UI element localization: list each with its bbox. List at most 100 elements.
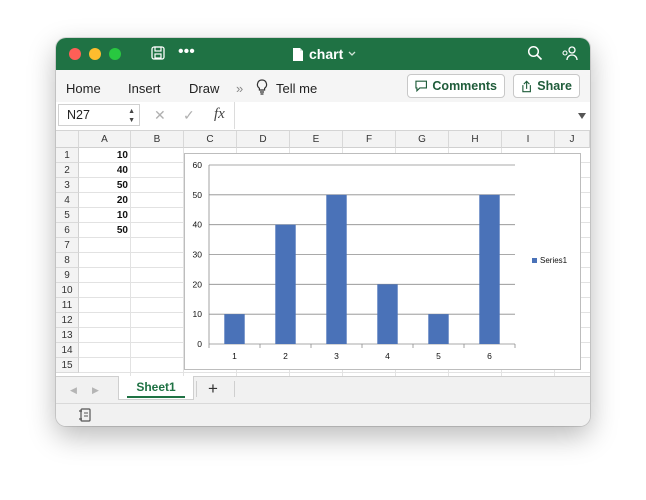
y-tick-label: 10	[193, 309, 203, 319]
row-header-15[interactable]: 15	[56, 358, 79, 373]
y-tick-label: 40	[193, 220, 203, 230]
macro-recording-icon[interactable]	[78, 408, 94, 426]
cancel-formula-icon[interactable]: ✕	[154, 107, 166, 124]
formula-divider	[234, 102, 235, 129]
minimize-window-button[interactable]	[89, 48, 101, 60]
bar-2	[275, 224, 296, 344]
tab-divider-2	[234, 381, 235, 397]
sheet-tab-sheet1[interactable]: Sheet1	[118, 376, 194, 400]
row-header-4[interactable]: 4	[56, 193, 79, 208]
column-header-h[interactable]: H	[449, 131, 502, 148]
tab-draw[interactable]: Draw	[189, 81, 219, 96]
row-header-9[interactable]: 9	[56, 268, 79, 283]
y-tick-label: 20	[193, 279, 203, 289]
cell-a3[interactable]: 50	[79, 178, 128, 193]
more-options-icon[interactable]: •••	[178, 43, 195, 61]
cell-a6[interactable]: 50	[79, 223, 128, 238]
name-box-up-icon[interactable]: ▲	[128, 108, 135, 115]
column-header-e[interactable]: E	[290, 131, 343, 148]
bar-1	[224, 314, 245, 344]
bar-6	[479, 194, 500, 344]
share-button[interactable]: Share	[513, 74, 580, 98]
y-tick-label: 60	[193, 160, 203, 170]
row-header-12[interactable]: 12	[56, 313, 79, 328]
column-gridline	[130, 148, 131, 376]
bar-chart[interactable]: 0 10 20 30 40 50 60 1 2 3 4 5 6 Series1	[184, 153, 581, 370]
save-icon[interactable]	[150, 45, 166, 65]
y-tick-label: 0	[197, 339, 202, 349]
search-icon[interactable]	[527, 45, 543, 65]
y-tick-label: 30	[193, 250, 203, 260]
prev-sheet-icon[interactable]: ◀	[70, 385, 77, 396]
tab-divider	[196, 381, 197, 397]
row-header-5[interactable]: 5	[56, 208, 79, 223]
row-header-8[interactable]: 8	[56, 253, 79, 268]
enter-formula-icon[interactable]: ✓	[183, 107, 195, 124]
select-all-corner[interactable]	[56, 131, 79, 148]
tab-insert[interactable]: Insert	[128, 81, 161, 96]
more-tabs-chevron-icon[interactable]: »	[236, 81, 243, 96]
comments-label: Comments	[432, 79, 497, 93]
worksheet-grid[interactable]: A B C D E F G H I J 1 2 3 4 5 6 7 8 9 10 11 12 13 14 15 10 40 50 20 1…	[56, 131, 590, 376]
row-header-11[interactable]: 11	[56, 298, 79, 313]
share-label: Share	[537, 79, 572, 93]
add-sheet-button[interactable]: +	[208, 379, 218, 399]
formula-bar: N27 ▲ ▼ ✕ ✓ fx	[56, 102, 590, 131]
name-box[interactable]: N27 ▲ ▼	[58, 104, 140, 126]
x-tick-label: 2	[283, 351, 288, 361]
chevron-down-icon	[348, 51, 356, 56]
share-icon	[522, 80, 531, 92]
close-window-button[interactable]	[69, 48, 81, 60]
comments-button[interactable]: Comments	[407, 74, 505, 98]
tab-home[interactable]: Home	[66, 81, 101, 96]
cell-a5[interactable]: 10	[79, 208, 128, 223]
x-tick-label: 5	[436, 351, 441, 361]
row-header-13[interactable]: 13	[56, 328, 79, 343]
column-header-i[interactable]: I	[502, 131, 555, 148]
row-header-3[interactable]: 3	[56, 178, 79, 193]
column-header-f[interactable]: F	[343, 131, 396, 148]
name-box-value: N27	[67, 108, 90, 122]
column-header-a[interactable]: A	[79, 131, 131, 148]
document-icon	[293, 47, 303, 61]
legend-label-series1: Series1	[540, 256, 568, 265]
share-people-icon[interactable]	[561, 45, 579, 65]
document-title-group[interactable]: chart	[292, 45, 356, 63]
column-header-c[interactable]: C	[184, 131, 237, 148]
next-sheet-icon[interactable]: ▶	[92, 385, 99, 396]
bar-5	[428, 314, 449, 344]
row-header-2[interactable]: 2	[56, 163, 79, 178]
y-tick-label: 50	[193, 190, 203, 200]
lightbulb-icon	[256, 79, 268, 98]
cell-a2[interactable]: 40	[79, 163, 128, 178]
row-header-7[interactable]: 7	[56, 238, 79, 253]
cell-a1[interactable]: 10	[79, 148, 128, 163]
legend-swatch	[532, 258, 537, 263]
column-header-b[interactable]: B	[131, 131, 184, 148]
status-bar	[56, 403, 590, 426]
sheet-tab-bar: ◀ ▶ Sheet1 +	[56, 376, 590, 404]
row-header-6[interactable]: 6	[56, 223, 79, 238]
function-fx-icon[interactable]: fx	[214, 106, 225, 123]
name-box-down-icon[interactable]: ▼	[128, 117, 135, 124]
excel-window: ••• chart Home Insert Draw » Tell me Com…	[56, 38, 590, 426]
column-header-j[interactable]: J	[555, 131, 590, 148]
x-tick-label: 4	[385, 351, 390, 361]
x-tick-label: 1	[232, 351, 237, 361]
row-gridline	[79, 372, 590, 373]
column-header-g[interactable]: G	[396, 131, 449, 148]
column-header-d[interactable]: D	[237, 131, 290, 148]
sheet-tab-label: Sheet1	[136, 380, 176, 394]
document-title: chart	[309, 46, 344, 62]
bar-4	[377, 284, 398, 344]
row-header-14[interactable]: 14	[56, 343, 79, 358]
zoom-window-button[interactable]	[109, 48, 121, 60]
x-tick-label: 6	[487, 351, 492, 361]
title-bar: ••• chart	[56, 38, 590, 70]
tell-me-search[interactable]: Tell me	[276, 81, 317, 96]
x-tick-label: 3	[334, 351, 339, 361]
row-header-10[interactable]: 10	[56, 283, 79, 298]
expand-formula-icon[interactable]	[578, 113, 586, 119]
row-header-1[interactable]: 1	[56, 148, 79, 163]
cell-a4[interactable]: 20	[79, 193, 128, 208]
